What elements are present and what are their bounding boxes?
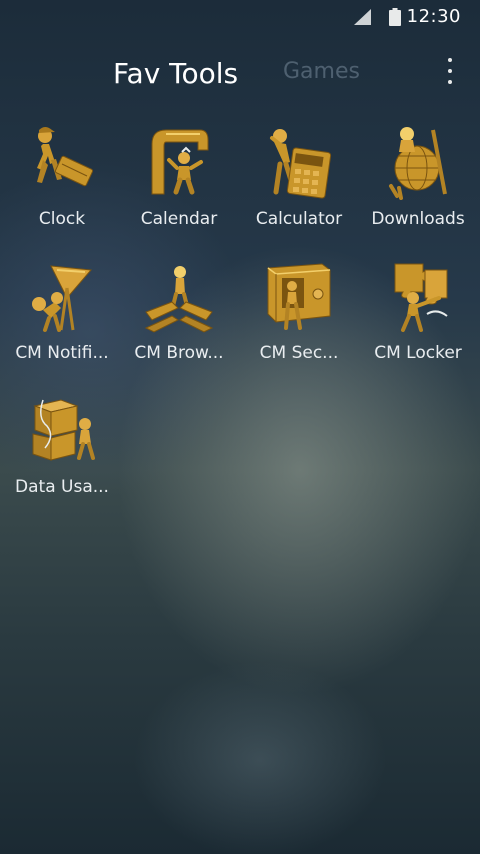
app-label: Clock — [38, 209, 86, 229]
figure-with-calculator-icon — [270, 129, 332, 199]
status-bar: 12:30 — [0, 0, 480, 34]
figure-with-boxes-icon — [32, 399, 95, 461]
app-label: CM Brow... — [134, 343, 224, 363]
app-cm-brow[interactable]: CM Brow... — [120, 254, 238, 374]
app-label: CM Locker — [374, 343, 462, 363]
app-calculator[interactable]: Calculator — [240, 120, 358, 240]
app-label: CM Sec... — [259, 343, 339, 363]
overflow-menu-icon[interactable] — [438, 56, 462, 86]
app-label: Calculator — [255, 209, 343, 229]
figure-with-puzzle-icon — [394, 263, 448, 332]
app-cm-notifi[interactable]: CM Notifi... — [3, 254, 121, 374]
tab-header: Fav Tools Games — [0, 50, 480, 104]
app-clock[interactable]: Clock — [3, 120, 121, 240]
figure-in-safe-icon — [267, 263, 331, 330]
app-label: Calendar — [140, 209, 218, 229]
app-cm-sec[interactable]: CM Sec... — [240, 254, 358, 374]
app-label: Downloads — [371, 209, 465, 229]
app-cm-locker[interactable]: CM Locker — [359, 254, 477, 374]
figure-with-flag-icon — [32, 265, 93, 332]
status-time: 12:30 — [406, 6, 461, 27]
app-label: CM Notifi... — [15, 343, 109, 363]
figure-with-globe-icon — [389, 127, 447, 200]
app-data-usa[interactable]: Data Usa... — [3, 388, 121, 508]
tab-games[interactable]: Games — [283, 59, 360, 84]
app-downloads[interactable]: Downloads — [359, 120, 477, 240]
battery-icon — [389, 8, 401, 26]
figure-pushing-box-icon — [37, 127, 94, 187]
tab-fav-tools[interactable]: Fav Tools — [113, 57, 238, 90]
cell-signal-icon — [354, 9, 371, 25]
figure-on-crossroads-icon — [144, 266, 214, 333]
app-label: Data Usa... — [15, 477, 109, 497]
figure-in-hook-icon — [151, 129, 209, 195]
app-calendar[interactable]: Calendar — [120, 120, 238, 240]
